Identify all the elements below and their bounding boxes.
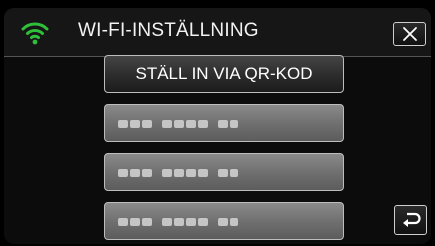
set-up-via-qr-code-button[interactable]: STÄLL IN VIA QR-KOD xyxy=(104,55,344,93)
close-button[interactable] xyxy=(393,22,426,46)
wifi-signal-icon xyxy=(21,20,49,46)
obscured-option-button[interactable] xyxy=(104,153,344,191)
header-bar: WI-FI-INSTÄLLNING xyxy=(4,8,431,57)
obscured-text xyxy=(118,218,238,226)
obscured-option-button[interactable] xyxy=(104,202,344,240)
obscured-option-button[interactable] xyxy=(104,104,344,142)
option-label: STÄLL IN VIA QR-KOD xyxy=(135,64,313,83)
obscured-text xyxy=(118,169,238,177)
wifi-settings-screen: WI-FI-INSTÄLLNING STÄLL IN VIA QR-KOD xyxy=(4,8,431,244)
page-title: WI-FI-INSTÄLLNING xyxy=(78,20,259,41)
back-button[interactable] xyxy=(394,205,427,235)
obscured-text xyxy=(118,120,238,128)
